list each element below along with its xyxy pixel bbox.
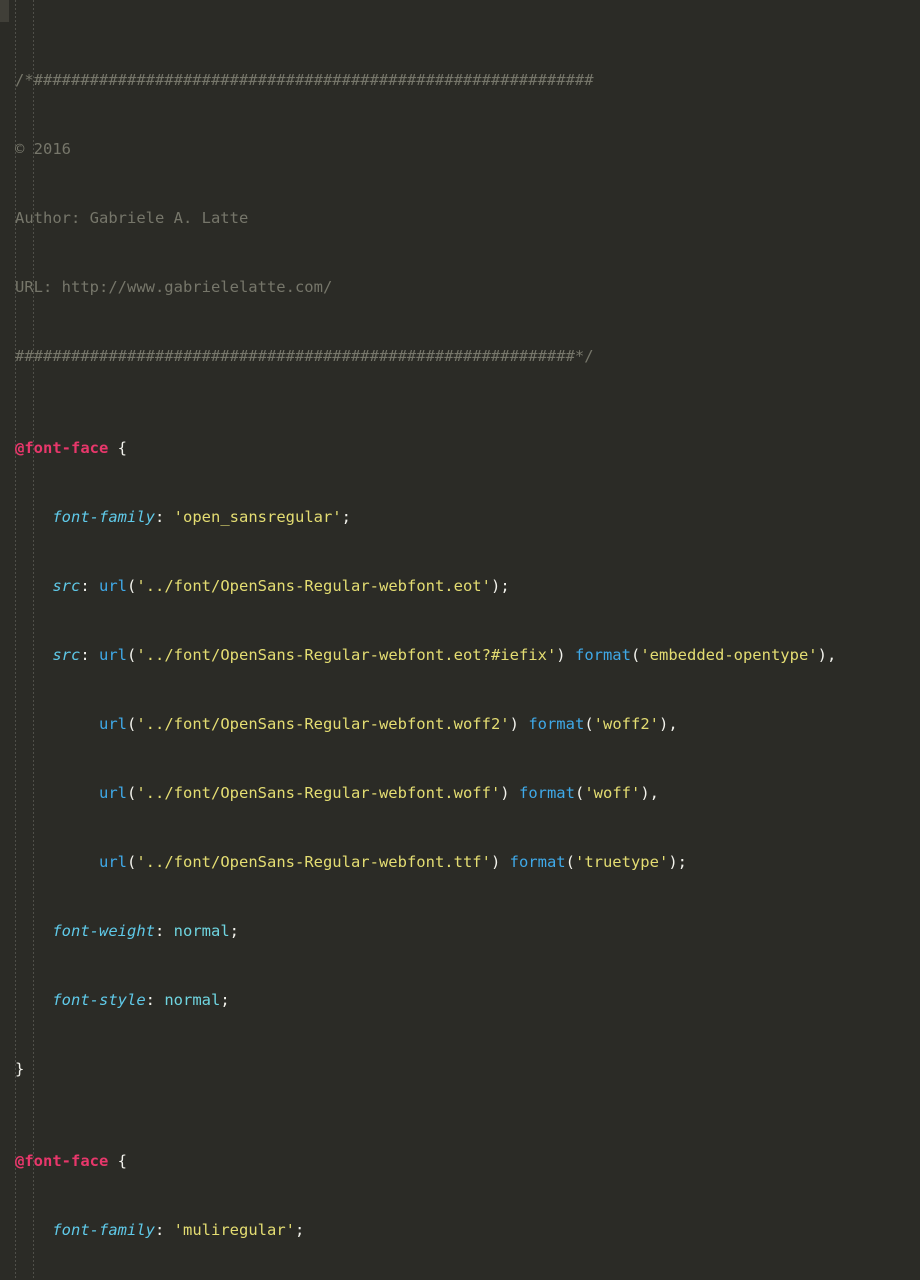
code-line: url('../font/OpenSans-Regular-webfont.wo…: [0, 713, 920, 736]
value-opensans-eot: '../font/OpenSans-Regular-webfont.eot': [136, 577, 491, 595]
comment-author: Author: Gabriele A. Latte: [15, 209, 249, 227]
code-line: ########################################…: [0, 345, 920, 368]
url-function: url: [99, 577, 128, 595]
paren-close: ): [490, 577, 501, 595]
code-line: @font-face {: [0, 1150, 920, 1173]
value-opensans-ttf: '../font/OpenSans-Regular-webfont.ttf': [136, 853, 491, 871]
property-font-style: font-style: [52, 991, 146, 1009]
format-function: format: [518, 784, 575, 802]
code-line: }: [0, 1058, 920, 1081]
code-line: font-weight: normal;: [0, 920, 920, 943]
property-font-family: font-family: [52, 1221, 155, 1239]
semicolon: ;: [677, 853, 687, 871]
comment-banner-close: ########################################…: [15, 347, 594, 365]
format-function: format: [574, 646, 631, 664]
paren-close: ): [509, 715, 519, 733]
url-function: url: [99, 784, 127, 802]
colon: :: [154, 1221, 165, 1239]
css-source-code[interactable]: /*######################################…: [0, 0, 920, 1280]
code-line: src: url('../font/OpenSans-Regular-webfo…: [0, 575, 920, 598]
brace-close: }: [15, 1060, 25, 1078]
code-line: @font-face {: [0, 437, 920, 460]
property-src: src: [52, 646, 81, 664]
colon: :: [154, 508, 165, 526]
code-line: © 2016: [0, 138, 920, 161]
paren-open: (: [127, 784, 137, 802]
comment-url: URL: http://www.gabrielelatte.com/: [15, 278, 333, 296]
code-line: font-family: 'open_sansregular';: [0, 506, 920, 529]
paren-close: ): [658, 715, 669, 733]
paren-open: (: [630, 646, 641, 664]
comma: ,: [649, 784, 660, 802]
paren-open: (: [127, 577, 137, 595]
format-function: format: [509, 853, 566, 871]
brace-open: {: [117, 1152, 128, 1170]
colon: :: [145, 991, 155, 1009]
property-font-weight: font-weight: [52, 922, 155, 940]
colon: :: [80, 646, 90, 664]
format-woff2: 'woff2': [593, 715, 659, 733]
code-line: url('../font/OpenSans-Regular-webfont.tt…: [0, 851, 920, 874]
format-embedded-opentype: 'embedded-opentype': [640, 646, 818, 664]
semicolon: ;: [229, 922, 240, 940]
value-open-sans-family: 'open_sansregular': [173, 508, 342, 526]
code-line: font-style: normal;: [0, 989, 920, 1012]
code-line: src: url('../font/OpenSans-Regular-webfo…: [0, 644, 920, 667]
comma: ,: [668, 715, 678, 733]
format-woff: 'woff': [584, 784, 641, 802]
brace-open: {: [117, 439, 128, 457]
code-line: font-family: 'muliregular';: [0, 1219, 920, 1242]
paren-close: ): [817, 646, 827, 664]
url-function: url: [99, 646, 128, 664]
paren-close: ): [500, 784, 510, 802]
value-muli-family: 'muliregular': [173, 1221, 295, 1239]
comma: ,: [826, 646, 837, 664]
value-normal: normal: [173, 922, 230, 940]
paren-close: ): [490, 853, 501, 871]
colon: :: [80, 577, 90, 595]
paren-open: (: [127, 853, 137, 871]
url-function: url: [99, 853, 127, 871]
paren-open: (: [127, 715, 137, 733]
at-rule-font-face: @font-face: [15, 439, 109, 457]
comment-banner-open: /*######################################…: [15, 71, 594, 89]
paren-open: (: [565, 853, 575, 871]
code-line: url('../font/OpenSans-Regular-webfont.wo…: [0, 782, 920, 805]
semicolon: ;: [500, 577, 510, 595]
code-line: Author: Gabriele A. Latte: [0, 207, 920, 230]
paren-open: (: [584, 715, 594, 733]
paren-open: (: [574, 784, 585, 802]
paren-close: ): [640, 784, 650, 802]
code-line: URL: http://www.gabrielelatte.com/: [0, 276, 920, 299]
semicolon: ;: [341, 508, 351, 526]
at-rule-font-face: @font-face: [15, 1152, 109, 1170]
semicolon: ;: [295, 1221, 305, 1239]
scrollbar-thumb[interactable]: [0, 0, 9, 22]
colon: :: [154, 922, 165, 940]
url-function: url: [99, 715, 127, 733]
paren-close: ): [556, 646, 566, 664]
format-function: format: [528, 715, 585, 733]
value-opensans-woff2: '../font/OpenSans-Regular-webfont.woff2': [136, 715, 510, 733]
property-font-family: font-family: [52, 508, 155, 526]
paren-close: ): [668, 853, 678, 871]
value-normal: normal: [164, 991, 221, 1009]
code-line: /*######################################…: [0, 69, 920, 92]
code-editor-viewport[interactable]: /*######################################…: [0, 0, 920, 1280]
paren-open: (: [127, 646, 137, 664]
value-opensans-eot-iefix: '../font/OpenSans-Regular-webfont.eot?#i…: [136, 646, 557, 664]
format-truetype: 'truetype': [574, 853, 669, 871]
property-src: src: [52, 577, 81, 595]
comment-copyright: © 2016: [15, 140, 71, 158]
semicolon: ;: [220, 991, 230, 1009]
value-opensans-woff: '../font/OpenSans-Regular-webfont.woff': [136, 784, 501, 802]
